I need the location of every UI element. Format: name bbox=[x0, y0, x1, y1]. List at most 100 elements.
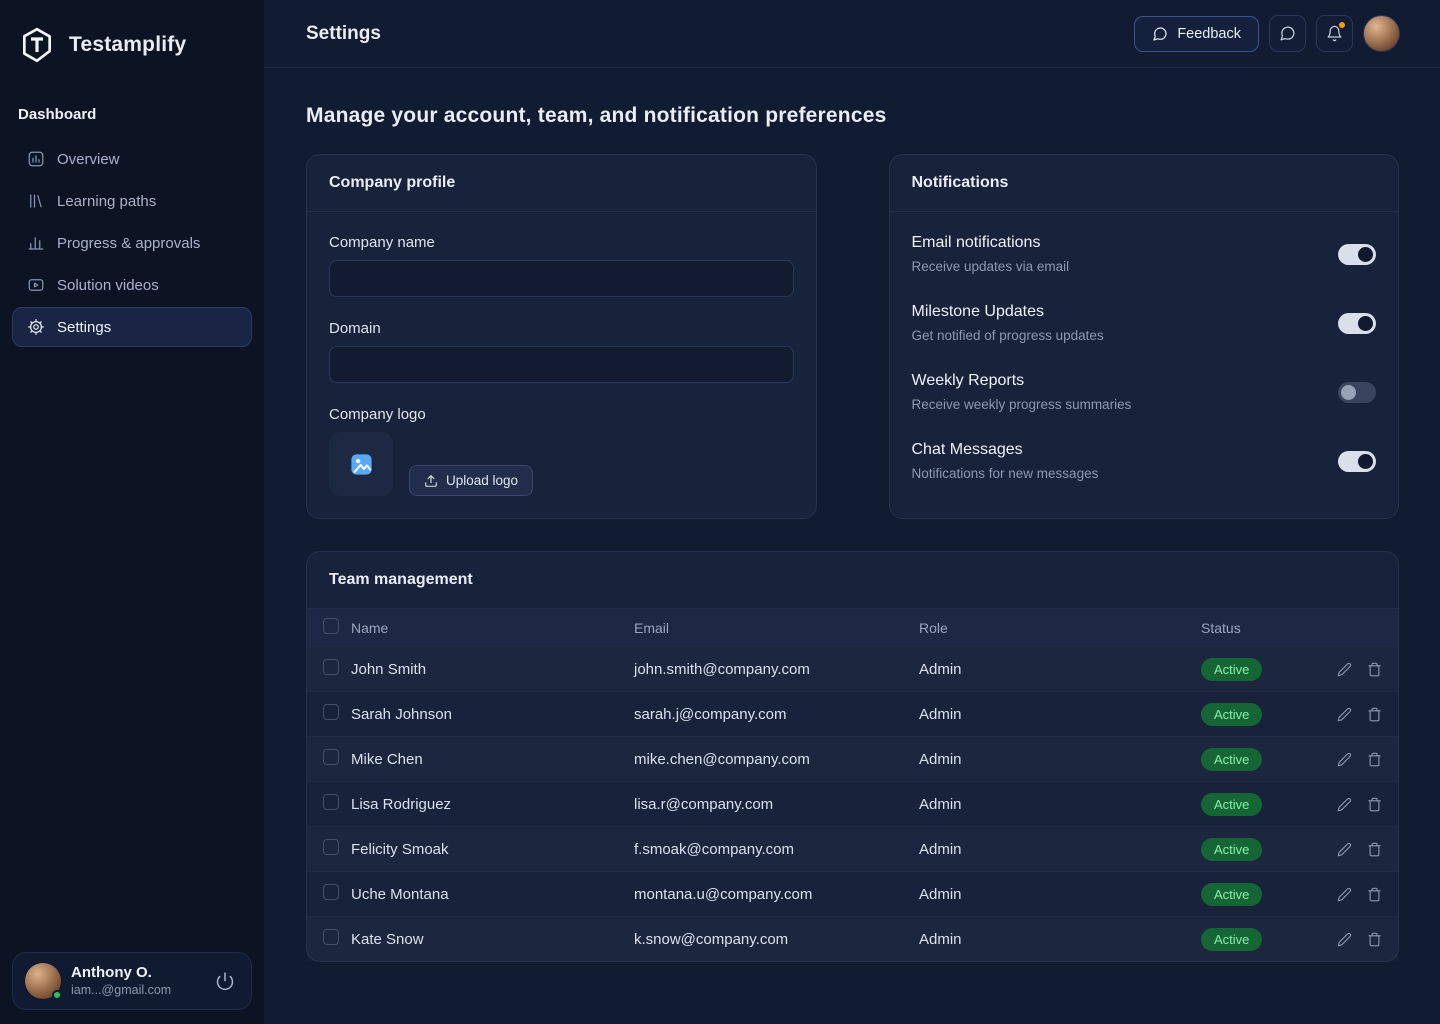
upload-icon bbox=[424, 474, 438, 488]
status-badge: Active bbox=[1201, 793, 1262, 816]
main-area: Settings Feedback bbox=[264, 0, 1440, 1024]
column-header-email: Email bbox=[634, 620, 919, 636]
delete-button[interactable] bbox=[1367, 932, 1382, 947]
sidebar-nav: Overview Learning paths Progress & appro… bbox=[12, 139, 252, 347]
brand: Testamplify bbox=[12, 0, 252, 98]
cell-role: Admin bbox=[919, 931, 1201, 948]
image-placeholder-icon bbox=[348, 451, 375, 478]
company-profile-title: Company profile bbox=[307, 155, 816, 212]
trash-icon bbox=[1367, 797, 1382, 812]
brand-name: Testamplify bbox=[69, 33, 186, 57]
messages-button[interactable] bbox=[1269, 15, 1306, 52]
sidebar-item-overview[interactable]: Overview bbox=[12, 139, 252, 179]
column-header-role: Role bbox=[919, 620, 1201, 636]
power-icon bbox=[215, 971, 235, 991]
cell-name: Uche Montana bbox=[351, 886, 634, 903]
video-icon bbox=[27, 276, 45, 294]
status-badge: Active bbox=[1201, 703, 1262, 726]
delete-button[interactable] bbox=[1367, 752, 1382, 767]
edit-button[interactable] bbox=[1337, 662, 1352, 677]
notification-badge-dot bbox=[1339, 22, 1345, 28]
pencil-icon bbox=[1337, 797, 1352, 812]
sidebar-item-learning-paths[interactable]: Learning paths bbox=[12, 181, 252, 221]
notification-description: Get notified of progress updates bbox=[912, 328, 1104, 343]
user-email: iam...@gmail.com bbox=[71, 983, 171, 999]
overview-icon bbox=[27, 150, 45, 168]
cell-role: Admin bbox=[919, 841, 1201, 858]
cell-name: Mike Chen bbox=[351, 751, 634, 768]
status-badge: Active bbox=[1201, 928, 1262, 951]
company-logo-label: Company logo bbox=[329, 406, 794, 423]
chat-messages-toggle[interactable] bbox=[1338, 451, 1376, 472]
edit-button[interactable] bbox=[1337, 797, 1352, 812]
cell-email: john.smith@company.com bbox=[634, 661, 919, 678]
row-checkbox[interactable] bbox=[323, 659, 339, 675]
row-checkbox[interactable] bbox=[323, 884, 339, 900]
notification-text: Weekly Reports Receive weekly progress s… bbox=[912, 372, 1132, 412]
pencil-icon bbox=[1337, 887, 1352, 902]
online-status-dot bbox=[52, 990, 62, 1000]
bar-chart-icon bbox=[27, 234, 45, 252]
edit-button[interactable] bbox=[1337, 887, 1352, 902]
user-name: Anthony O. bbox=[71, 964, 171, 983]
row-checkbox[interactable] bbox=[323, 929, 339, 945]
notifications-button[interactable] bbox=[1316, 15, 1353, 52]
notifications-title: Notifications bbox=[890, 155, 1399, 212]
milestone-updates-toggle[interactable] bbox=[1338, 313, 1376, 334]
table-row: Felicity Smoak f.smoak@company.com Admin… bbox=[307, 826, 1398, 871]
content: Manage your account, team, and notificat… bbox=[264, 68, 1440, 962]
logout-button[interactable] bbox=[211, 967, 239, 995]
notification-description: Notifications for new messages bbox=[912, 466, 1099, 481]
company-name-input[interactable] bbox=[329, 260, 794, 297]
books-icon bbox=[27, 192, 45, 210]
profile-avatar[interactable] bbox=[1363, 15, 1400, 52]
edit-button[interactable] bbox=[1337, 842, 1352, 857]
upload-logo-button[interactable]: Upload logo bbox=[409, 465, 533, 496]
delete-button[interactable] bbox=[1367, 662, 1382, 677]
edit-button[interactable] bbox=[1337, 752, 1352, 767]
column-header-status: Status bbox=[1201, 620, 1318, 636]
toggle-knob bbox=[1358, 247, 1373, 262]
row-checkbox[interactable] bbox=[323, 794, 339, 810]
sidebar-user-card[interactable]: Anthony O. iam...@gmail.com bbox=[12, 952, 252, 1010]
cell-role: Admin bbox=[919, 706, 1201, 723]
sidebar-item-label: Settings bbox=[57, 319, 111, 336]
delete-button[interactable] bbox=[1367, 842, 1382, 857]
status-badge: Active bbox=[1201, 838, 1262, 861]
delete-button[interactable] bbox=[1367, 707, 1382, 722]
notification-row-milestone: Milestone Updates Get notified of progre… bbox=[912, 303, 1377, 343]
cell-name: Sarah Johnson bbox=[351, 706, 634, 723]
pencil-icon bbox=[1337, 662, 1352, 677]
edit-button[interactable] bbox=[1337, 707, 1352, 722]
cell-name: John Smith bbox=[351, 661, 634, 678]
notification-title: Weekly Reports bbox=[912, 372, 1132, 390]
topbar: Settings Feedback bbox=[264, 0, 1440, 68]
team-management-title: Team management bbox=[307, 552, 1398, 609]
topbar-actions: Feedback bbox=[1134, 15, 1400, 52]
feedback-button[interactable]: Feedback bbox=[1134, 16, 1259, 52]
sidebar-item-progress-approvals[interactable]: Progress & approvals bbox=[12, 223, 252, 263]
delete-button[interactable] bbox=[1367, 887, 1382, 902]
row-checkbox[interactable] bbox=[323, 749, 339, 765]
company-name-label: Company name bbox=[329, 234, 794, 251]
delete-button[interactable] bbox=[1367, 797, 1382, 812]
sidebar-item-solution-videos[interactable]: Solution videos bbox=[12, 265, 252, 305]
user-avatar bbox=[25, 963, 61, 999]
domain-input[interactable] bbox=[329, 346, 794, 383]
email-notifications-toggle[interactable] bbox=[1338, 244, 1376, 265]
toggle-knob bbox=[1341, 385, 1356, 400]
select-all-checkbox[interactable] bbox=[323, 618, 339, 634]
row-checkbox[interactable] bbox=[323, 704, 339, 720]
cell-email: montana.u@company.com bbox=[634, 886, 919, 903]
notification-description: Receive weekly progress summaries bbox=[912, 397, 1132, 412]
row-checkbox[interactable] bbox=[323, 839, 339, 855]
toggle-knob bbox=[1358, 454, 1373, 469]
weekly-reports-toggle[interactable] bbox=[1338, 382, 1376, 403]
table-row: Uche Montana montana.u@company.com Admin… bbox=[307, 871, 1398, 916]
user-meta: Anthony O. iam...@gmail.com bbox=[71, 964, 171, 998]
sidebar-item-label: Overview bbox=[57, 151, 120, 168]
trash-icon bbox=[1367, 842, 1382, 857]
sidebar-item-settings[interactable]: Settings bbox=[12, 307, 252, 347]
edit-button[interactable] bbox=[1337, 932, 1352, 947]
company-profile-body: Company name Domain Company logo bbox=[307, 212, 816, 518]
